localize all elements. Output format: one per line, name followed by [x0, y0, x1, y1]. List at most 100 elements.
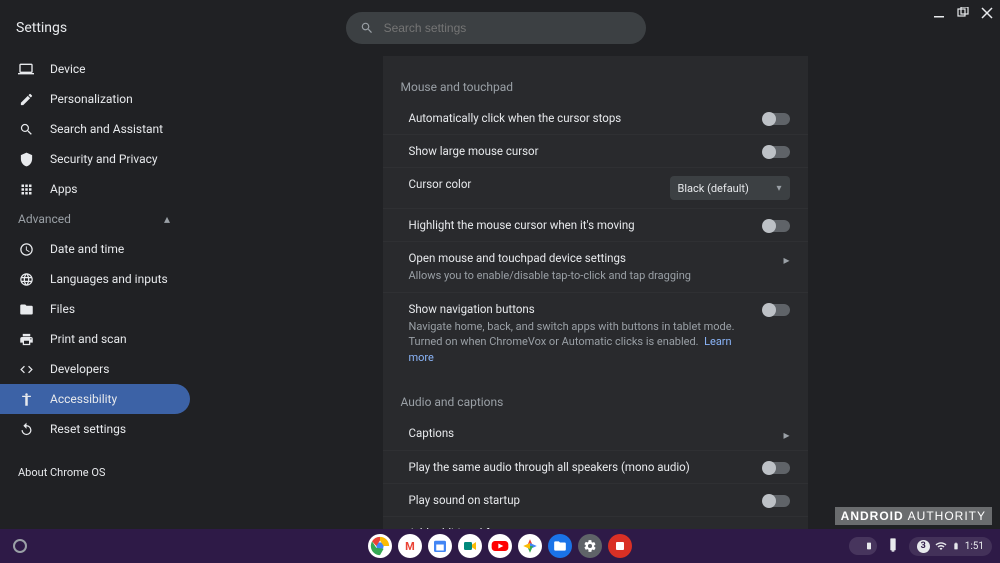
reset-icon — [18, 421, 34, 437]
row-highlight-cursor: Highlight the mouse cursor when it's mov… — [383, 208, 808, 241]
settings-app-icon[interactable] — [578, 534, 602, 558]
row-open-mouse-settings[interactable]: Open mouse and touchpad device settings … — [383, 241, 808, 291]
chevron-down-icon: ▾ — [776, 183, 781, 194]
minimize-button[interactable] — [932, 6, 946, 20]
sidebar-label: Files — [50, 302, 75, 316]
sidebar-item-date-time[interactable]: Date and time — [0, 234, 190, 264]
row-auto-click: Automatically click when the cursor stop… — [383, 102, 808, 134]
row-label: Captions — [409, 425, 772, 441]
chrome-icon[interactable] — [368, 534, 392, 558]
maximize-button[interactable] — [956, 6, 970, 20]
sidebar-item-search-assistant[interactable]: Search and Assistant — [0, 114, 190, 144]
sidebar-item-files[interactable]: Files — [0, 294, 190, 324]
accessibility-icon — [18, 391, 34, 407]
sidebar-label: Advanced — [18, 212, 71, 226]
photos-icon[interactable] — [518, 534, 542, 558]
sidebar-item-apps[interactable]: Apps — [0, 174, 190, 204]
row-nav-buttons: Show navigation buttons Navigate home, b… — [383, 292, 808, 373]
row-label: Automatically click when the cursor stop… — [409, 110, 752, 126]
sidebar: Device Personalization Search and Assist… — [0, 56, 190, 529]
section-title-audio: Audio and captions — [383, 383, 808, 417]
status-tray[interactable]: 3 1:51 — [909, 537, 992, 556]
sidebar-item-languages[interactable]: Languages and inputs — [0, 264, 190, 294]
row-label: Cursor color — [409, 176, 658, 192]
sidebar-label: Personalization — [50, 92, 133, 106]
section-title-mouse: Mouse and touchpad — [383, 68, 808, 102]
row-label: Show large mouse cursor — [409, 143, 752, 159]
notification-badge: 3 — [917, 540, 930, 553]
battery-icon — [952, 540, 960, 552]
chevron-right-icon: ▸ — [783, 428, 789, 442]
toggle-mono-audio[interactable] — [764, 462, 790, 474]
stylus-icon[interactable] — [885, 537, 901, 556]
search-box[interactable] — [346, 12, 646, 44]
row-label: Play the same audio through all speakers… — [409, 459, 752, 475]
youtube-icon[interactable] — [488, 534, 512, 558]
sidebar-label: Print and scan — [50, 332, 127, 346]
row-desc: Allows you to enable/disable tap-to-clic… — [409, 268, 772, 283]
row-label: Open mouse and touchpad device settings — [409, 250, 772, 266]
sidebar-label: Security and Privacy — [50, 152, 158, 166]
sidebar-item-accessibility[interactable]: Accessibility — [0, 384, 190, 414]
toggle-nav-buttons[interactable] — [764, 304, 790, 316]
row-mono-audio: Play the same audio through all speakers… — [383, 450, 808, 483]
sidebar-label: Languages and inputs — [50, 272, 168, 286]
watermark: ANDROIDAUTHORITY — [835, 507, 992, 525]
sidebar-label: Apps — [50, 182, 78, 196]
row-desc: Navigate home, back, and switch apps wit… — [409, 319, 752, 365]
sidebar-item-reset[interactable]: Reset settings — [0, 414, 190, 444]
search-icon — [18, 121, 34, 137]
chevron-up-icon: ▴ — [164, 212, 170, 226]
sidebar-item-print[interactable]: Print and scan — [0, 324, 190, 354]
sidebar-item-security[interactable]: Security and Privacy — [0, 144, 190, 174]
apps-icon — [18, 181, 34, 197]
select-cursor-color[interactable]: Black (default) ▾ — [670, 176, 790, 200]
page-title: Settings — [16, 20, 67, 36]
globe-icon — [18, 271, 34, 287]
row-large-cursor: Show large mouse cursor — [383, 134, 808, 167]
launcher-button[interactable] — [13, 539, 27, 553]
sidebar-advanced-header[interactable]: Advanced ▴ — [0, 204, 190, 234]
shelf: M 3 1:51 — [0, 529, 1000, 563]
app-icon-9[interactable] — [608, 534, 632, 558]
chevron-right-icon: ▸ — [783, 253, 789, 267]
files-app-icon[interactable] — [548, 534, 572, 558]
row-cursor-color: Cursor color Black (default) ▾ — [383, 167, 808, 208]
sidebar-label: Search and Assistant — [50, 122, 163, 136]
laptop-icon — [18, 61, 34, 77]
sidebar-label: Accessibility — [50, 392, 117, 406]
clock-text: 1:51 — [965, 541, 984, 552]
edit-icon — [18, 91, 34, 107]
row-startup-sound: Play sound on startup — [383, 483, 808, 516]
sidebar-label: Date and time — [50, 242, 124, 256]
row-label: Highlight the mouse cursor when it's mov… — [409, 217, 752, 233]
sidebar-about[interactable]: About Chrome OS — [0, 456, 190, 489]
clock-icon — [18, 241, 34, 257]
close-button[interactable] — [980, 6, 994, 20]
sidebar-item-personalization[interactable]: Personalization — [0, 84, 190, 114]
sidebar-label: Reset settings — [50, 422, 126, 436]
phone-hub-icon[interactable] — [849, 537, 877, 555]
shield-icon — [18, 151, 34, 167]
meet-icon[interactable] — [458, 534, 482, 558]
settings-content: Mouse and touchpad Automatically click w… — [383, 56, 808, 529]
code-icon — [18, 361, 34, 377]
toggle-highlight-cursor[interactable] — [764, 220, 790, 232]
search-icon — [360, 21, 374, 35]
row-captions[interactable]: Captions ▸ — [383, 417, 808, 450]
select-value: Black (default) — [678, 182, 749, 195]
gmail-icon[interactable]: M — [398, 534, 422, 558]
row-label: Show navigation buttons — [409, 301, 752, 317]
toggle-large-cursor[interactable] — [764, 146, 790, 158]
search-input[interactable] — [384, 21, 632, 35]
row-label: Play sound on startup — [409, 492, 752, 508]
sidebar-item-developers[interactable]: Developers — [0, 354, 190, 384]
calendar-icon[interactable] — [428, 534, 452, 558]
folder-icon — [18, 301, 34, 317]
sidebar-label: Developers — [50, 362, 109, 376]
toggle-auto-click[interactable] — [764, 113, 790, 125]
toggle-startup-sound[interactable] — [764, 495, 790, 507]
sidebar-item-device[interactable]: Device — [0, 56, 190, 84]
print-icon — [18, 331, 34, 347]
row-add-features[interactable]: Add additional features Open Chrome Web … — [383, 516, 808, 529]
